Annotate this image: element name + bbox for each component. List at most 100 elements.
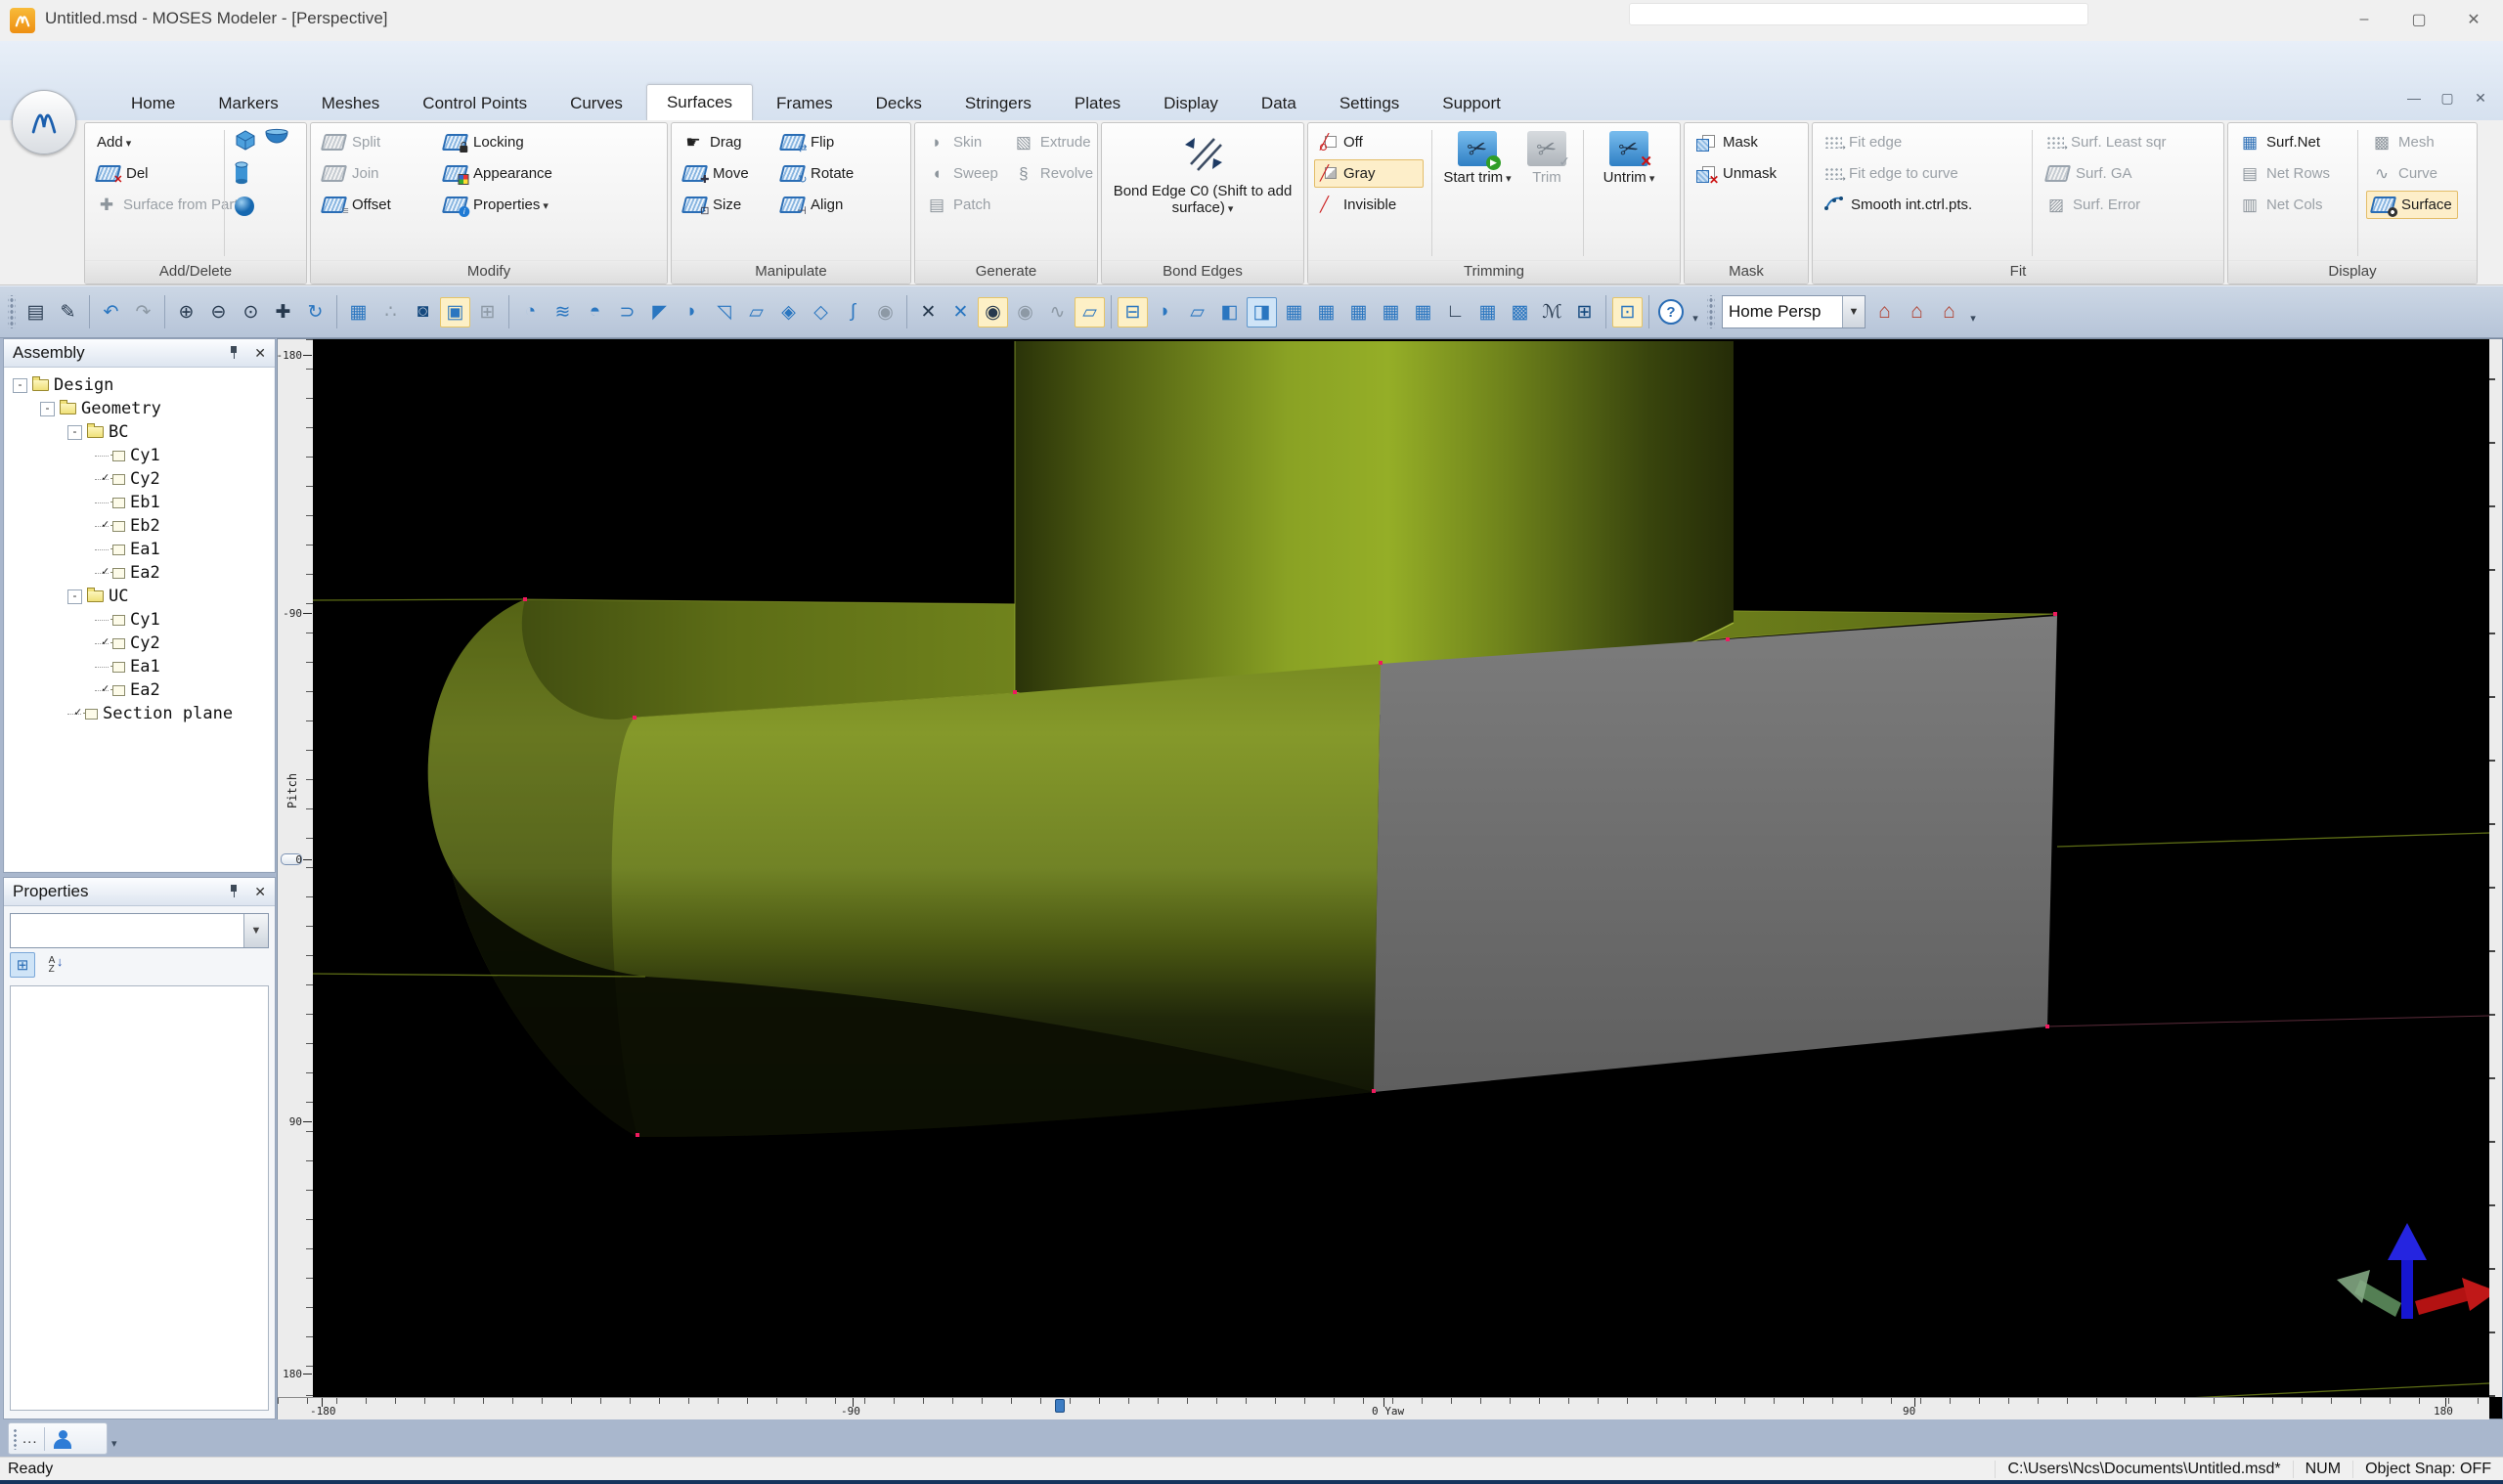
tab-markers[interactable]: Markers [198,87,297,120]
add-button[interactable]: Add [91,128,216,156]
net-rows-button[interactable]: ▤ Net Rows [2234,159,2349,188]
tree-item-ea2[interactable]: ✓ Ea2 [5,561,274,585]
flip-button[interactable]: ⇄ Flip [775,128,859,156]
surface-quad-button[interactable]: ▱ [741,297,771,327]
tree-item-cy2[interactable]: ✓ Cy2 [5,632,274,655]
tree-expander-icon[interactable]: - [13,377,27,393]
curve-display-button[interactable]: ∿ [1042,297,1073,327]
net-cols-button[interactable]: ▥ Net Cols [2234,191,2349,219]
toolbar-overflow-icon[interactable]: ▾ [1688,295,1703,328]
smooth-internal-control-points-button[interactable]: Smooth int.ctrl.pts. [1819,191,2024,219]
calculator-button[interactable]: ⊞ [1569,297,1600,327]
toolbar-grip[interactable] [1707,295,1715,328]
trim-display-gray-button[interactable]: ╱ Gray [1314,159,1424,188]
surface-half-disc-button[interactable]: ◗ [1150,297,1180,327]
work-plane-grid-button[interactable]: ⊞ [472,297,503,327]
surface-error-button[interactable]: ▨ Surf. Error [2041,191,2173,219]
export-geometry-button[interactable]: ⊡ [1612,296,1643,327]
panel-shield-button[interactable]: ◧ [1214,297,1245,327]
tree-expander-icon[interactable]: - [67,424,82,440]
plot-axes-button[interactable]: ∟ [1440,297,1471,327]
surface-corner-button[interactable]: ◹ [709,297,739,327]
tree-expander-icon[interactable]: - [67,589,82,604]
toolbar-overflow-icon[interactable]: ▾ [111,1437,117,1450]
add-box-button[interactable] [233,128,258,157]
surface-net-diamond-button[interactable]: ◈ [773,297,804,327]
tab-display[interactable]: Display [1144,87,1238,120]
tab-support[interactable]: Support [1423,87,1520,120]
tree-expander-icon[interactable]: - [40,401,55,416]
tab-decks[interactable]: Decks [856,87,942,120]
view-properties-button[interactable]: ⌂ [1934,297,1964,327]
surface-diamond-button[interactable]: ◇ [806,297,836,327]
tab-curves[interactable]: Curves [550,87,642,120]
table-curves-button[interactable]: ▦ [1311,297,1341,327]
tab-plates[interactable]: Plates [1055,87,1140,120]
moses-command-button[interactable]: ℳ [1537,297,1567,327]
zoom-out-button[interactable]: ⊖ [203,297,234,327]
tree-item-cy1[interactable]: Cy1 [5,608,274,632]
object-snap-indicator[interactable]: Object Snap: OFF [2352,1461,2503,1478]
view-home-button[interactable]: ⌂ [1902,297,1932,327]
surface-net-toggle-button[interactable]: ▦ [343,297,373,327]
pitch-slider[interactable]: Pitch -180 -90 0 90 180 [277,339,314,1397]
minimize-button[interactable]: – [2343,6,2386,33]
delete-button[interactable]: ✕ Del [91,159,216,188]
rotate-button[interactable]: ↻ Rotate [775,159,859,188]
toolbar-grip[interactable] [8,295,16,328]
curve-fit-points-button[interactable]: ∴ [375,297,406,327]
tree-item-bc[interactable]: - BC [5,420,274,444]
properties-close-icon[interactable]: ✕ [254,884,266,900]
surface-fan-button[interactable]: ◔ [515,297,546,327]
start-trim-button[interactable]: ✂ ▶ Start trim [1440,128,1515,258]
tab-frames[interactable]: Frames [757,87,853,120]
tree-item-design[interactable]: - Design [5,373,274,397]
surface-select-button[interactable]: ◤ [644,297,675,327]
markers-off-button[interactable]: ✕ [913,297,944,327]
assembly-close-icon[interactable]: ✕ [254,345,266,362]
mdi-minimize-icon[interactable]: — [2403,90,2425,107]
undo-button[interactable]: ↶ [96,297,126,327]
redo-button[interactable]: ↷ [128,297,158,327]
skin-button[interactable]: ◗ Skin [921,128,1004,156]
table-markers-button[interactable]: ▦ [1279,297,1309,327]
table-shapes-button[interactable]: ▦ [1408,297,1438,327]
more-commands-button[interactable]: ... [22,1430,38,1447]
fit-edge-button[interactable]: Fit edge [1819,128,2024,156]
curve-display-button[interactable]: ∿ Curve [2366,159,2458,188]
chevron-down-icon[interactable]: ▼ [1842,296,1865,327]
surface-half-button[interactable]: ◓ [580,297,610,327]
user-mode-icon[interactable] [53,1429,72,1449]
surf-net-button[interactable]: ▦ Surf.Net [2234,128,2349,156]
close-button[interactable]: ✕ [2452,6,2495,33]
view-add-button[interactable]: ⌂ [1869,297,1900,327]
view-selector-value[interactable]: Home Persp [1723,302,1842,322]
sweep-button[interactable]: ◖ Sweep [921,159,1004,188]
revolve-button[interactable]: § Revolve [1008,159,1099,188]
viewport-3d-scene[interactable] [313,339,2489,1397]
join-button[interactable]: Join [317,159,434,188]
markers-visibility-button[interactable]: ◉ [978,296,1008,327]
mesh-display-button[interactable]: ▩ Mesh [2366,128,2458,156]
tree-item-ea1[interactable]: Ea1 [5,655,274,678]
zoom-extents-button[interactable]: ⊙ [236,297,266,327]
alphabetical-sort-button[interactable]: AZ [43,952,68,978]
properties-button[interactable]: i Properties [438,191,558,219]
yaw-slider[interactable]: -180 -90 0 Yaw 90 180 [278,1397,2489,1419]
add-cylinder-button[interactable] [233,161,250,191]
tree-item-eb2[interactable]: ✓ Eb2 [5,514,274,538]
tree-item-eb1[interactable]: Eb1 [5,491,274,514]
bond-edge-button[interactable]: Bond Edge C0 (Shift to add surface) [1110,128,1295,258]
unmask-button[interactable]: ✕ Unmask [1691,159,1782,188]
surface-least-squares-button[interactable]: Surf. Least sqr [2041,128,2173,156]
surface-cap-button[interactable]: ⊃ [612,297,642,327]
tab-settings[interactable]: Settings [1320,87,1419,120]
help-button[interactable]: ? [1658,299,1684,325]
toolbar-overflow-icon[interactable]: ▾ [1965,295,1981,328]
pin-icon[interactable] [229,346,239,360]
tree-item-cy1[interactable]: Cy1 [5,444,274,467]
yaw-slider-thumb[interactable] [1055,1399,1065,1413]
table-points-button[interactable]: ▦ [1343,297,1374,327]
properties-filter-input[interactable] [11,914,243,947]
align-button[interactable]: ⊣ Align [775,191,859,219]
